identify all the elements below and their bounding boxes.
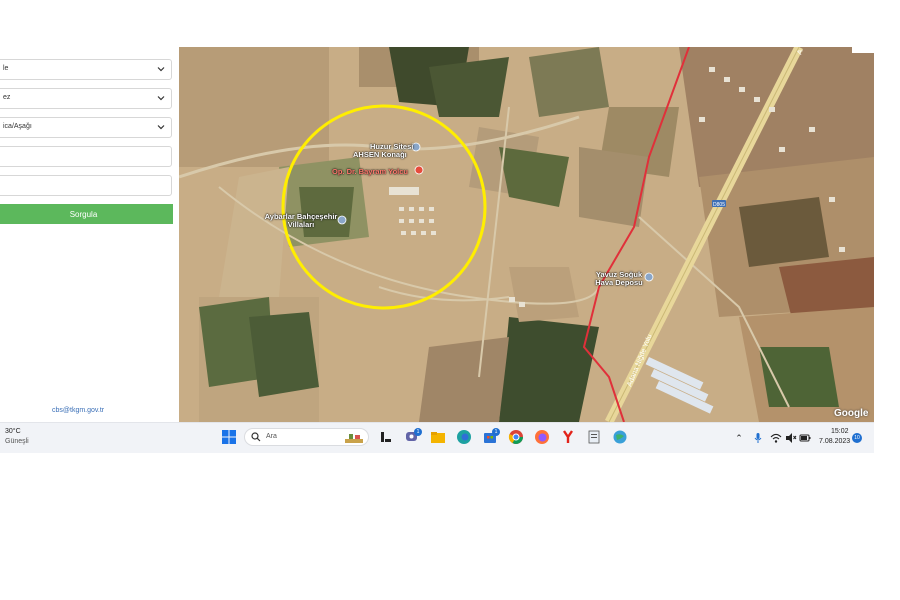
taskbar-search-box[interactable]: Ara <box>244 428 369 446</box>
district-select-value: ez <box>3 94 11 101</box>
place-label-aybarlar-villalari[interactable]: Aybarlar Bahçeşehir Villaları <box>261 213 341 229</box>
neighborhood-select[interactable]: ica/Aşağı <box>0 117 172 138</box>
clock-date[interactable]: 7.08.2023 <box>819 438 850 445</box>
place-label-ahsen-konagi[interactable]: AHSEN Konağı <box>353 151 407 159</box>
file-explorer-icon[interactable] <box>430 429 446 445</box>
battery-icon[interactable] <box>799 432 811 444</box>
task-view-icon[interactable] <box>378 429 394 445</box>
search-placeholder: Ara <box>266 433 277 440</box>
store-badge: 1 <box>492 428 500 436</box>
province-select-value: le <box>3 65 9 72</box>
globe-app-icon[interactable] <box>612 429 628 445</box>
yandex-browser-icon[interactable] <box>560 429 576 445</box>
chevron-up-icon[interactable]: ⌃ <box>733 432 745 444</box>
notification-count-badge[interactable]: 10 <box>852 433 862 443</box>
chevron-down-icon <box>157 125 165 130</box>
app-document-icon[interactable] <box>586 429 602 445</box>
neighborhood-select-value: ica/Aşağı <box>3 123 32 130</box>
chevron-down-icon <box>157 96 165 101</box>
province-select[interactable]: le <box>0 59 172 80</box>
satellite-map[interactable]: D805 Adana Niğde Yolu A Huzur Sitesi AHS… <box>179 47 874 422</box>
chevron-down-icon <box>157 67 165 72</box>
clock-time[interactable]: 15:02 <box>831 428 849 435</box>
wifi-icon[interactable] <box>770 432 782 444</box>
highway-shield-label: D805 <box>713 202 725 208</box>
windows-taskbar: 30°C Güneşli Ara 1 1 ⌃ 15:02 7.08.2023 1… <box>0 422 874 453</box>
search-highlight-icon <box>345 434 363 443</box>
volume-muted-icon[interactable] <box>785 432 797 444</box>
block-number-input[interactable] <box>0 146 172 167</box>
firefox-icon[interactable] <box>534 429 550 445</box>
edge-browser-icon[interactable] <box>456 429 472 445</box>
google-attribution: Google <box>834 408 869 419</box>
place-label-op-dr-bayram-yolcu[interactable]: Op. Dr. Bayram Yolcu <box>332 168 408 176</box>
microphone-icon[interactable] <box>752 432 764 444</box>
query-form-panel: le ez ica/Aşağı Sorgula cbs@tkgm.gov.tr <box>0 47 179 422</box>
satellite-imagery: D805 Adana Niğde Yolu A <box>179 47 874 422</box>
query-button[interactable]: Sorgula <box>0 204 173 224</box>
place-label-yavuz-soguk-hava-deposu[interactable]: Yavuz Soğuk Hava Deposu <box>593 271 645 287</box>
weather-temperature[interactable]: 30°C <box>5 428 21 435</box>
parcel-number-input[interactable] <box>0 175 172 196</box>
teams-badge: 1 <box>414 428 422 436</box>
map-corner-control[interactable] <box>852 41 874 53</box>
search-icon <box>251 432 261 442</box>
chrome-icon[interactable] <box>508 429 524 445</box>
footer-email-link[interactable]: cbs@tkgm.gov.tr <box>52 407 104 414</box>
weather-description[interactable]: Güneşli <box>5 438 29 445</box>
district-select[interactable]: ez <box>0 88 172 109</box>
windows-start-icon[interactable] <box>221 429 237 445</box>
